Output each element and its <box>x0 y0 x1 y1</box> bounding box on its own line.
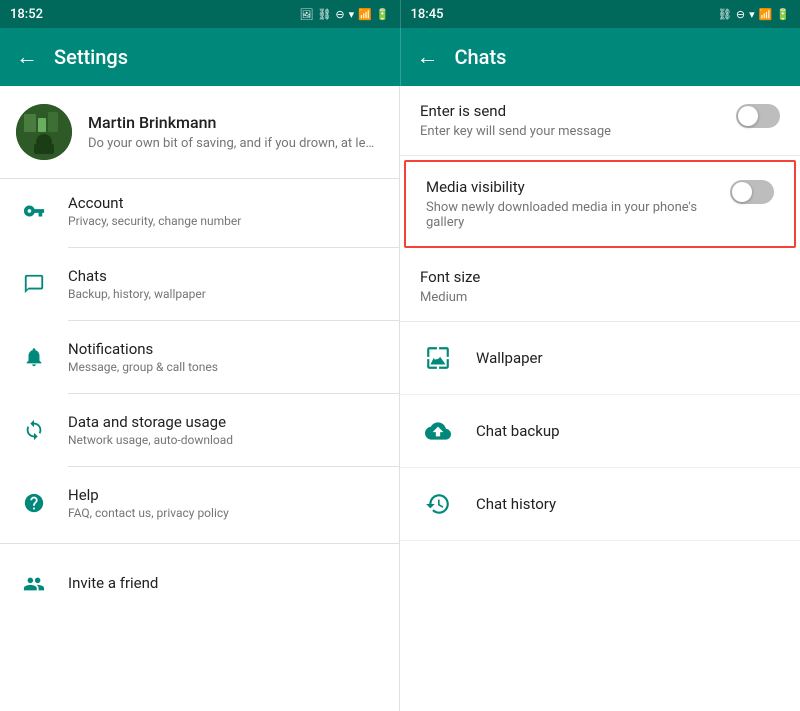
help-icon <box>16 485 52 521</box>
sidebar-item-chats[interactable]: Chats Backup, history, wallpaper <box>0 252 399 316</box>
chats-subtitle: Backup, history, wallpaper <box>68 287 383 301</box>
right-time: 18:45 <box>411 7 444 22</box>
bell-icon <box>16 339 52 375</box>
main-divider <box>0 543 399 544</box>
font-size-value: Medium <box>420 290 780 305</box>
r-no-disturb-icon: ⊖ <box>736 8 745 21</box>
chat-icon <box>16 266 52 302</box>
avatar-image <box>16 104 72 160</box>
media-visibility-toggle[interactable] <box>730 180 774 204</box>
account-text: Account Privacy, security, change number <box>68 194 383 228</box>
chats-text: Chats Backup, history, wallpaper <box>68 267 383 301</box>
wallpaper-icon <box>420 340 456 376</box>
right-status-bar: 18:45 ⛓ ⊖ ▾ 📶 🔋 <box>400 0 800 28</box>
media-visibility-highlight: Media visibility Show newly downloaded m… <box>404 160 796 248</box>
profile-section[interactable]: Martin Brinkmann Do your own bit of savi… <box>0 86 399 179</box>
account-subtitle: Privacy, security, change number <box>68 214 383 228</box>
left-back-button[interactable]: ← <box>16 44 38 70</box>
enter-is-send-text: Enter is send Enter key will send your m… <box>420 102 720 139</box>
cloud-upload-icon <box>420 413 456 449</box>
enter-is-send-item[interactable]: Enter is send Enter key will send your m… <box>400 86 800 156</box>
media-visibility-text: Media visibility Show newly downloaded m… <box>426 178 714 230</box>
history-icon <box>420 486 456 522</box>
right-back-button[interactable]: ← <box>417 44 439 70</box>
profile-info: Martin Brinkmann Do your own bit of savi… <box>88 113 383 151</box>
left-status-bar: 18:52 🖼 ⛓ ⊖ ▾ 📶 🔋 <box>0 0 400 28</box>
help-subtitle: FAQ, contact us, privacy policy <box>68 506 383 520</box>
left-header-title: Settings <box>54 45 128 69</box>
divider-2 <box>68 320 399 321</box>
font-size-title: Font size <box>420 268 780 286</box>
help-title: Help <box>68 486 383 504</box>
battery-icon: 🔋 <box>376 8 390 21</box>
wallpaper-title: Wallpaper <box>476 349 543 367</box>
sidebar-item-account[interactable]: Account Privacy, security, change number <box>0 179 399 243</box>
invite-text: Invite a friend <box>68 574 383 594</box>
enter-is-send-subtitle: Enter key will send your message <box>420 124 720 139</box>
profile-status: Do your own bit of saving, and if you dr… <box>88 136 383 151</box>
sidebar-item-notifications[interactable]: Notifications Message, group & call tone… <box>0 325 399 389</box>
sidebar-item-data-storage[interactable]: Data and storage usage Network usage, au… <box>0 398 399 462</box>
chat-backup-title: Chat backup <box>476 422 560 440</box>
notifications-title: Notifications <box>68 340 383 358</box>
sidebar-item-help[interactable]: Help FAQ, contact us, privacy policy <box>0 471 399 535</box>
divider-3 <box>68 393 399 394</box>
settings-menu: Account Privacy, security, change number… <box>0 179 399 711</box>
chats-title: Chats <box>68 267 383 285</box>
profile-name: Martin Brinkmann <box>88 113 383 132</box>
refresh-icon <box>16 412 52 448</box>
left-time: 18:52 <box>10 7 43 22</box>
notifications-text: Notifications Message, group & call tone… <box>68 340 383 374</box>
left-panel: Martin Brinkmann Do your own bit of savi… <box>0 86 400 711</box>
notifications-subtitle: Message, group & call tones <box>68 360 383 374</box>
chat-backup-item[interactable]: Chat backup <box>400 395 800 468</box>
account-title: Account <box>68 194 383 212</box>
right-header: ← Chats <box>400 28 800 86</box>
data-storage-title: Data and storage usage <box>68 413 383 431</box>
data-storage-subtitle: Network usage, auto-download <box>68 433 383 447</box>
headers: ← Settings ← Chats <box>0 28 800 86</box>
status-bars: 18:52 🖼 ⛓ ⊖ ▾ 📶 🔋 18:45 ⛓ ⊖ ▾ 📶 🔋 <box>0 0 800 28</box>
key-icon <box>16 193 52 229</box>
media-visibility-title: Media visibility <box>426 178 714 196</box>
right-header-title: Chats <box>455 45 507 69</box>
divider-1 <box>68 247 399 248</box>
chat-history-title: Chat history <box>476 495 556 513</box>
left-header: ← Settings <box>0 28 400 86</box>
people-icon <box>16 566 52 602</box>
right-status-icons: ⛓ ⊖ ▾ 📶 🔋 <box>718 8 790 21</box>
wifi-icon: ▾ <box>349 8 355 21</box>
help-text: Help FAQ, contact us, privacy policy <box>68 486 383 520</box>
left-status-icons: 🖼 ⛓ ⊖ ▾ 📶 🔋 <box>299 8 389 21</box>
font-size-item[interactable]: Font size Medium <box>400 252 800 322</box>
avatar <box>16 104 72 160</box>
media-visibility-item[interactable]: Media visibility Show newly downloaded m… <box>406 162 794 246</box>
divider-4 <box>68 466 399 467</box>
sidebar-item-invite[interactable]: Invite a friend <box>0 552 399 616</box>
right-panel: Enter is send Enter key will send your m… <box>400 86 800 711</box>
media-visibility-subtitle: Show newly downloaded media in your phon… <box>426 200 714 230</box>
r-wifi-icon: ▾ <box>749 8 755 21</box>
chat-history-item[interactable]: Chat history <box>400 468 800 541</box>
data-storage-text: Data and storage usage Network usage, au… <box>68 413 383 447</box>
r-battery-icon: 🔋 <box>776 8 790 21</box>
link-icon: ⛓ <box>317 8 331 21</box>
gallery-icon: 🖼 <box>299 8 313 21</box>
invite-title: Invite a friend <box>68 574 383 592</box>
r-signal-icon: 📶 <box>759 8 773 21</box>
enter-is-send-title: Enter is send <box>420 102 720 120</box>
enter-is-send-toggle[interactable] <box>736 104 780 128</box>
no-disturb-icon: ⊖ <box>335 8 344 21</box>
signal-icon: 📶 <box>358 8 372 21</box>
wallpaper-item[interactable]: Wallpaper <box>400 322 800 395</box>
r-link-icon: ⛓ <box>718 8 732 21</box>
main-content: Martin Brinkmann Do your own bit of savi… <box>0 86 800 711</box>
